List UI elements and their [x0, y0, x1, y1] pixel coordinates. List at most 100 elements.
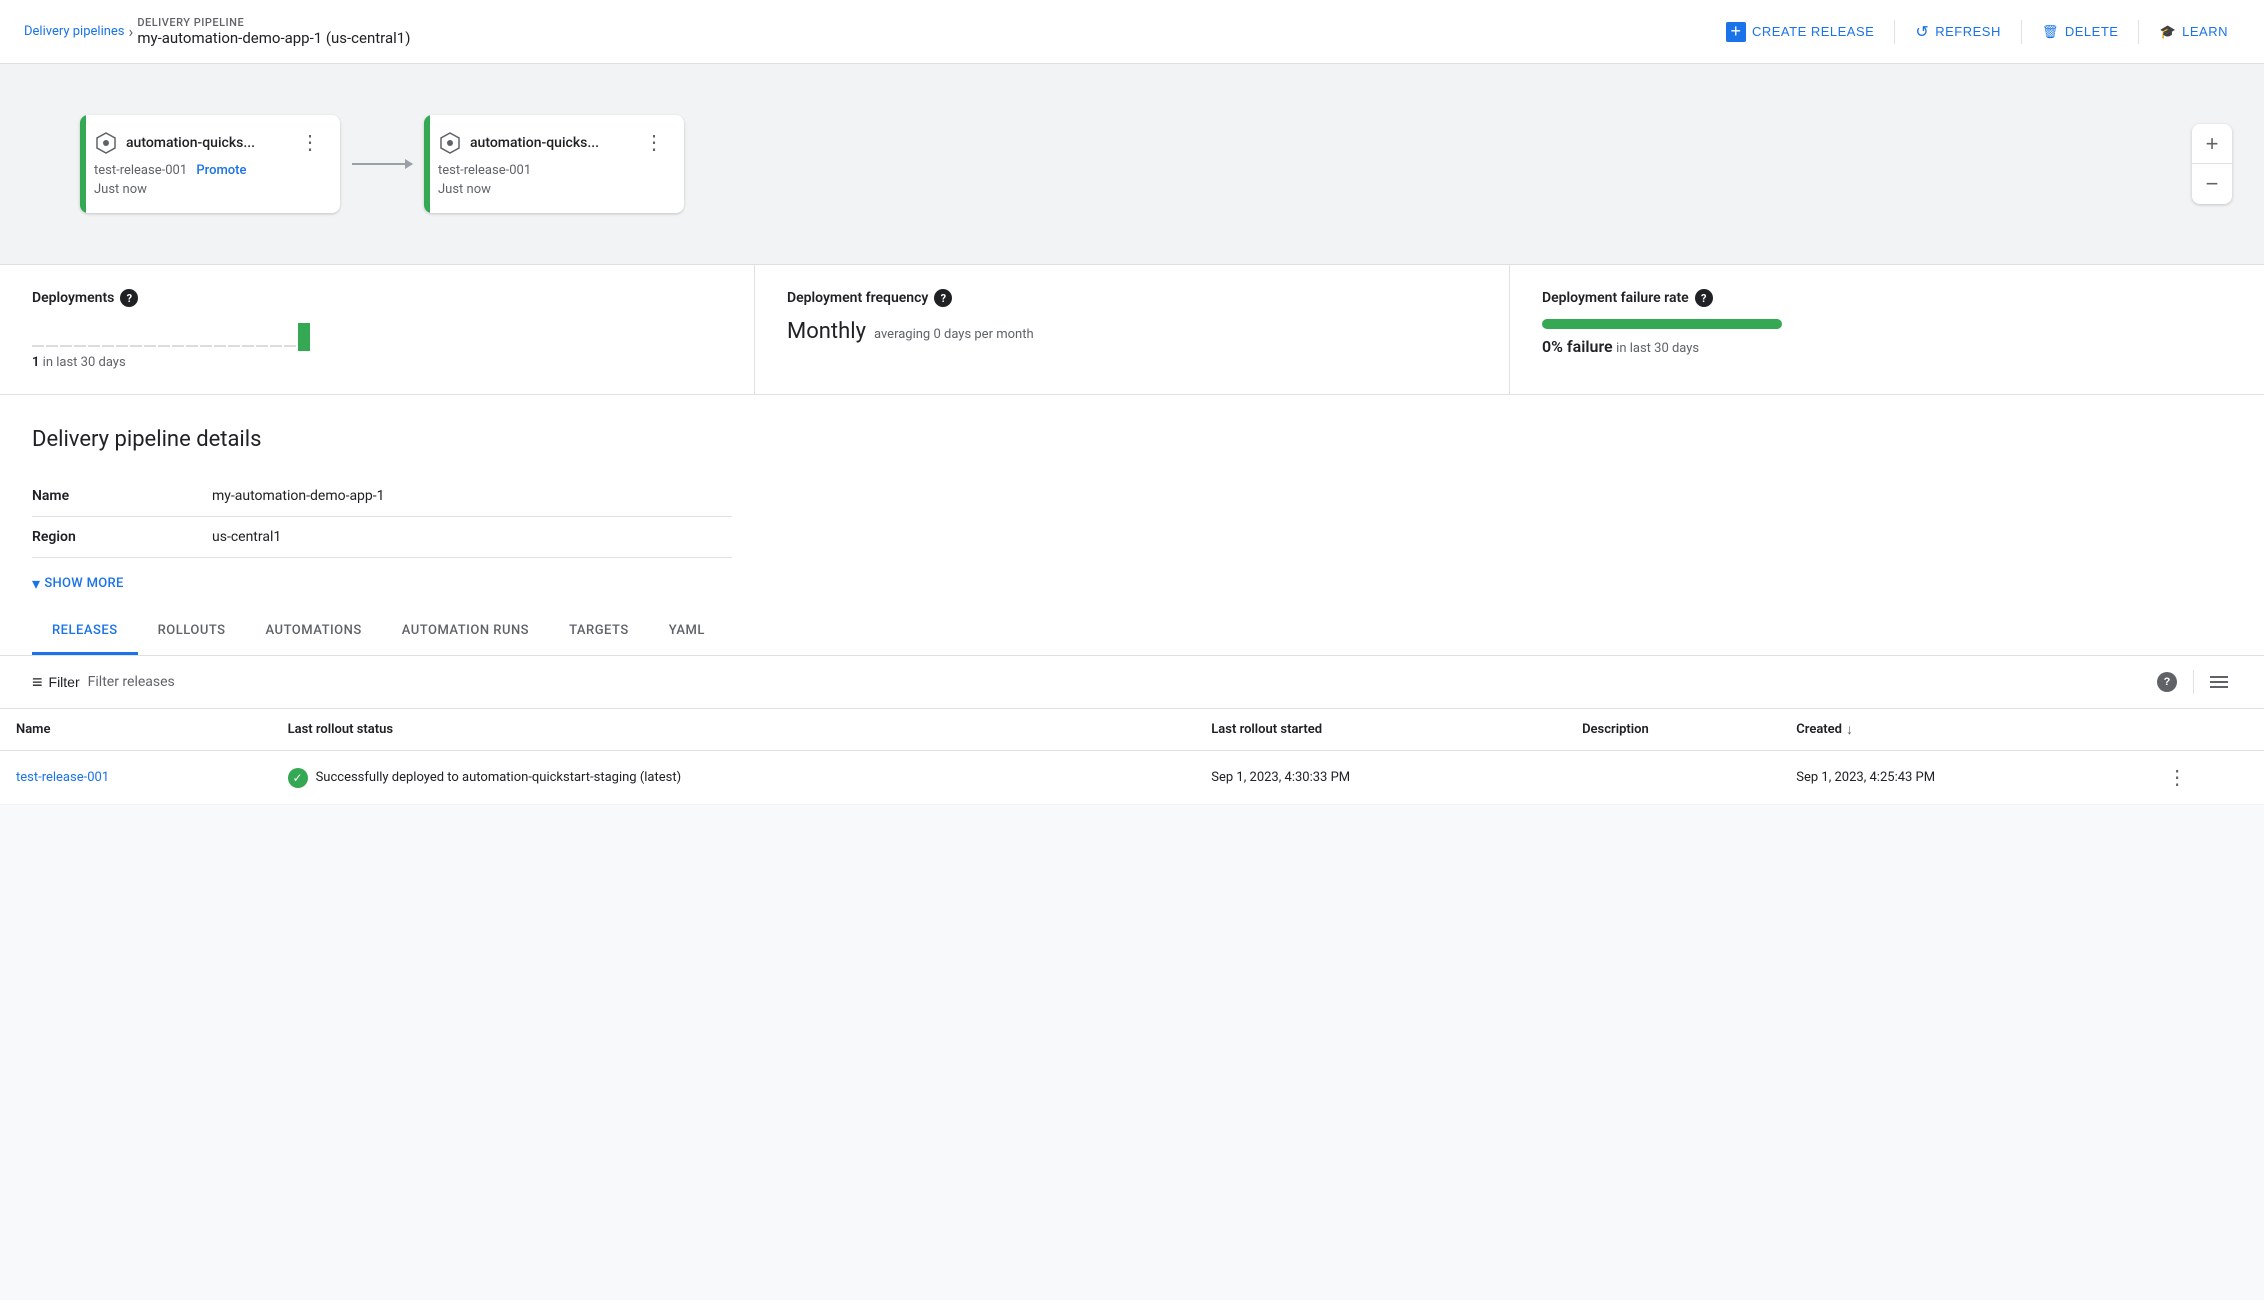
status-text: Successfully deployed to automation-quic… — [316, 770, 682, 785]
tab-automation-runs[interactable]: AUTOMATION RUNS — [382, 609, 549, 655]
tab-yaml[interactable]: YAML — [649, 609, 725, 655]
cell-name: test-release-001 — [0, 751, 272, 805]
chart-dash-14 — [214, 345, 226, 347]
pipeline-name: my-automation-demo-app-1 (us-central1) — [137, 29, 410, 47]
learn-button[interactable]: 🎓 LEARN — [2147, 16, 2240, 48]
chart-dash-16 — [242, 345, 254, 347]
deployments-count: 1 in last 30 days — [32, 355, 722, 370]
filter-button[interactable]: ≡ Filter — [32, 672, 80, 693]
frequency-title: Deployment frequency — [787, 290, 928, 306]
chart-dash-17 — [256, 345, 268, 347]
metrics-section: Deployments ? 1 — [0, 264, 2264, 395]
zoom-in-button[interactable]: + — [2192, 124, 2232, 164]
deployments-metric: Deployments ? 1 — [0, 265, 755, 394]
chart-dash-15 — [228, 345, 240, 347]
failure-rate-help-icon[interactable]: ? — [1695, 289, 1713, 307]
chart-dash-9 — [144, 345, 156, 347]
details-section: Delivery pipeline details Name my-automa… — [0, 395, 2264, 609]
releases-table: Name Last rollout status Last rollout st… — [0, 709, 2264, 805]
refresh-button[interactable]: ↺ REFRESH — [1903, 14, 2013, 50]
filter-bar: ≡ Filter Filter releases ? — [0, 656, 2264, 709]
top-actions: + CREATE RELEASE ↺ REFRESH 🗑 DELETE 🎓 LE… — [1714, 14, 2240, 50]
breadcrumb-link[interactable]: Delivery pipelines — [24, 24, 125, 39]
tabs-bar: RELEASES ROLLOUTS AUTOMATIONS AUTOMATION… — [0, 609, 2264, 656]
frequency-metric: Deployment frequency ? Monthly averaging… — [755, 265, 1510, 394]
deployments-chart — [32, 319, 722, 351]
tab-targets[interactable]: TARGETS — [549, 609, 649, 655]
chart-dash-7 — [116, 345, 128, 347]
chart-dash-19 — [284, 345, 296, 347]
status-check-icon: ✓ — [288, 768, 308, 788]
frequency-value: Monthly — [787, 319, 866, 344]
divider-3 — [2138, 20, 2139, 44]
failure-rate-bar — [1542, 319, 1782, 329]
th-created[interactable]: Created ↓ — [1780, 709, 2151, 751]
cell-status: ✓ Successfully deployed to automation-qu… — [272, 751, 1196, 805]
details-row-name: Name my-automation-demo-app-1 — [32, 476, 732, 517]
frequency-help-icon[interactable]: ? — [934, 289, 952, 307]
release-link[interactable]: test-release-001 — [16, 770, 109, 785]
zoom-out-button[interactable]: − — [2192, 164, 2232, 204]
tab-automations[interactable]: AUTOMATIONS — [246, 609, 382, 655]
tab-releases[interactable]: RELEASES — [32, 609, 138, 655]
show-more-link[interactable]: ▾ SHOW MORE — [32, 558, 2232, 609]
chart-bar-1 — [298, 323, 310, 351]
breadcrumb: Delivery pipelines › DELIVERY PIPELINE m… — [24, 16, 1714, 47]
chart-dash-3 — [60, 345, 72, 347]
stage-release-1: test-release-001 Promote — [94, 163, 324, 178]
failure-rate-metric: Deployment failure rate ? 0% failure in … — [1510, 265, 2264, 394]
chart-dash-10 — [158, 345, 170, 347]
tab-rollouts[interactable]: ROLLOUTS — [138, 609, 246, 655]
chart-dash-6 — [102, 345, 114, 347]
deployments-help-icon[interactable]: ? — [120, 289, 138, 307]
refresh-icon: ↺ — [1915, 22, 1929, 42]
filter-placeholder: Filter releases — [88, 674, 175, 690]
failure-rate-title: Deployment failure rate — [1542, 290, 1689, 306]
row-menu-button[interactable]: ⋮ — [2167, 765, 2187, 790]
th-actions — [2151, 709, 2264, 751]
zoom-controls: + − — [2192, 124, 2232, 204]
columns-icon — [2210, 676, 2228, 688]
filter-divider — [2193, 670, 2194, 694]
create-release-button[interactable]: + CREATE RELEASE — [1714, 14, 1886, 50]
promote-link-1[interactable]: Promote — [196, 163, 246, 178]
chevron-down-icon: ▾ — [32, 574, 40, 593]
th-name: Name — [0, 709, 272, 751]
filter-icon: ≡ — [32, 672, 43, 693]
chart-dash-11 — [172, 345, 184, 347]
cell-description — [1566, 751, 1780, 805]
chart-dash-5 — [88, 345, 100, 347]
breadcrumb-current: DELIVERY PIPELINE my-automation-demo-app… — [137, 16, 410, 47]
divider-1 — [1894, 20, 1895, 44]
stage-time-1: Just now — [94, 182, 324, 197]
stage-card-1: automation-quicks... ⋮ test-release-001 … — [80, 115, 340, 213]
stage-menu-button-1[interactable]: ⋮ — [296, 131, 324, 155]
details-label-region: Region — [32, 517, 212, 558]
failure-rate-sub: in last 30 days — [1616, 341, 1699, 356]
filter-right: ? — [2153, 668, 2232, 696]
cell-row-menu: ⋮ — [2151, 751, 2264, 805]
filter-help-icon: ? — [2157, 672, 2177, 692]
delete-button[interactable]: 🗑 DELETE — [2030, 16, 2131, 48]
stage-menu-button-2[interactable]: ⋮ — [640, 131, 668, 155]
details-table: Name my-automation-demo-app-1 Region us-… — [32, 476, 732, 558]
chart-dash-2 — [46, 345, 58, 347]
details-value-name: my-automation-demo-app-1 — [212, 476, 732, 517]
details-title: Delivery pipeline details — [32, 427, 2232, 452]
pipeline-canvas: automation-quicks... ⋮ test-release-001 … — [0, 64, 2264, 264]
table-header-row: Name Last rollout status Last rollout st… — [0, 709, 2264, 751]
plus-icon: + — [1726, 22, 1746, 42]
table-row: test-release-001 ✓ Successfully deployed… — [0, 751, 2264, 805]
details-label-name: Name — [32, 476, 212, 517]
filter-label: Filter — [49, 674, 80, 690]
stage-time-2: Just now — [438, 182, 668, 197]
frequency-sub: averaging 0 days per month — [874, 327, 1034, 342]
chart-dash-4 — [74, 345, 86, 347]
filter-help-button[interactable]: ? — [2153, 668, 2181, 696]
cell-rollout-started: Sep 1, 2023, 4:30:33 PM — [1195, 751, 1566, 805]
chart-dash-8 — [130, 345, 142, 347]
th-last-rollout-started: Last rollout started — [1195, 709, 1566, 751]
columns-button[interactable] — [2206, 672, 2232, 692]
pipeline-label: DELIVERY PIPELINE — [137, 16, 410, 29]
th-description: Description — [1566, 709, 1780, 751]
